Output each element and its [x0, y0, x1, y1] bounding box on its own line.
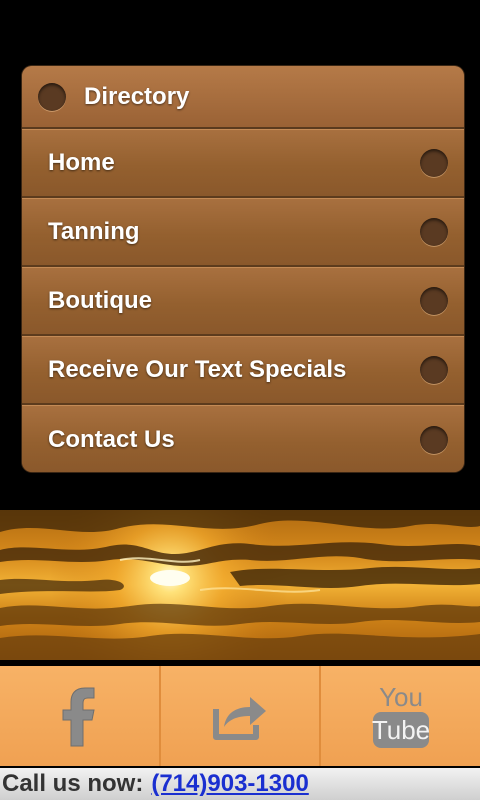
social-bar: You Tube [0, 666, 480, 766]
directory-menu: Directory Home Tanning Boutique Receive … [22, 66, 464, 472]
menu-item-contact-us[interactable]: Contact Us [22, 405, 464, 472]
call-bar: Call us now: (714)903-1300 [0, 768, 480, 800]
facebook-button[interactable] [0, 666, 161, 766]
menu-item-bullet-icon [420, 149, 448, 177]
youtube-icon: You Tube [372, 682, 430, 748]
app-screen: Directory Home Tanning Boutique Receive … [0, 0, 480, 800]
phone-link[interactable]: (714)903-1300 [151, 770, 308, 798]
directory-title: Directory [84, 82, 190, 110]
share-icon [213, 697, 266, 740]
menu-item-label: Home [48, 149, 115, 176]
sunset-image [0, 510, 480, 660]
share-button[interactable] [161, 666, 322, 766]
menu-item-home[interactable]: Home [22, 129, 464, 198]
menu-item-bullet-icon [420, 426, 448, 454]
menu-item-label: Tanning [48, 218, 140, 245]
menu-item-boutique[interactable]: Boutique [22, 267, 464, 336]
menu-item-label: Contact Us [48, 426, 175, 453]
directory-header[interactable]: Directory [22, 66, 464, 129]
sunset-banner-image [0, 510, 480, 660]
youtube-tube-text: Tube [372, 715, 430, 745]
youtube-you-text: You [379, 682, 423, 712]
call-label: Call us now: [2, 770, 144, 797]
directory-bullet-icon [38, 82, 66, 111]
menu-item-text-specials[interactable]: Receive Our Text Specials [22, 336, 464, 405]
menu-item-bullet-icon [420, 218, 448, 246]
menu-item-bullet-icon [420, 356, 448, 384]
youtube-button[interactable]: You Tube [321, 666, 480, 766]
menu-item-label: Boutique [48, 287, 152, 314]
menu-item-bullet-icon [420, 287, 448, 315]
menu-item-label: Receive Our Text Specials [48, 356, 347, 383]
menu-item-tanning[interactable]: Tanning [22, 198, 464, 267]
facebook-icon [62, 687, 95, 747]
